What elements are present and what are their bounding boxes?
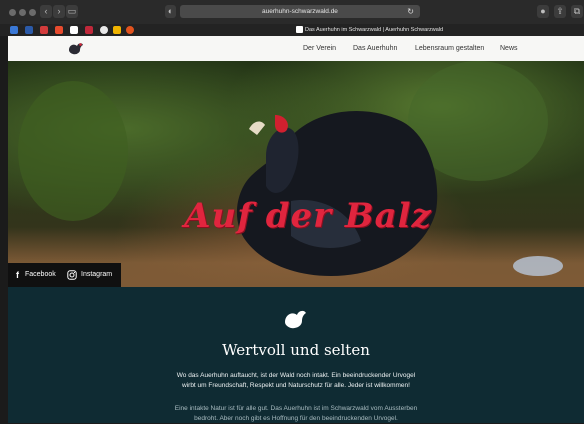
share-icon[interactable]: ⇪: [554, 5, 566, 18]
forward-button[interactable]: ›: [53, 5, 65, 18]
privacy-shield-icon[interactable]: ◐: [165, 5, 176, 18]
url-text: auerhuhn-schwarzwald.de: [262, 8, 338, 15]
bookmark-favicon[interactable]: [113, 26, 121, 34]
tab-favicon: [296, 26, 303, 33]
instagram-icon[interactable]: [67, 270, 77, 280]
tabs-overview-icon[interactable]: ⧉: [571, 5, 583, 18]
instagram-link[interactable]: Instagram: [81, 263, 112, 287]
bookmark-favicon[interactable]: [10, 26, 18, 34]
hero-banner: Auf der Balz: [8, 61, 584, 287]
section-heading: Wertvoll und selten: [222, 341, 370, 359]
close-window-button[interactable]: [9, 9, 16, 16]
reload-icon[interactable]: ↻: [407, 5, 414, 18]
tab-title[interactable]: Das Auerhuhn im Schwarzwald | Auerhuhn S…: [305, 25, 443, 35]
sidebar-icon[interactable]: ▭: [66, 5, 78, 18]
site-navigation: Der Verein Das Auerhuhn Lebensraum gesta…: [8, 36, 584, 61]
secondary-paragraph: Eine intakte Natur ist für alle gut. Das…: [128, 404, 464, 424]
intro-line: Wo das Auerhuhn auftaucht, ist der Wald …: [176, 372, 416, 379]
back-button[interactable]: ‹: [40, 5, 52, 18]
social-links: f Facebook Instagram: [8, 263, 121, 287]
intro-paragraph: Wo das Auerhuhn auftaucht, ist der Wald …: [128, 371, 464, 391]
extensions-icon[interactable]: ●: [537, 5, 549, 18]
bookmark-favicon[interactable]: [40, 26, 48, 34]
bookmark-favicon[interactable]: [85, 26, 93, 34]
hero-background: [18, 81, 128, 221]
bookmark-favicon[interactable]: [100, 26, 108, 34]
nav-link-das-auerhuhn[interactable]: Das Auerhuhn: [353, 36, 397, 61]
bookmark-favicon[interactable]: [70, 26, 78, 34]
auerhuhn-icon: [285, 310, 306, 329]
bookmark-favicon[interactable]: [55, 26, 63, 34]
intro-section: Wertvoll und selten Wo das Auerhuhn auft…: [8, 287, 584, 423]
minimize-window-button[interactable]: [19, 9, 26, 16]
tab-bar: Das Auerhuhn im Schwarzwald | Auerhuhn S…: [0, 24, 584, 36]
facebook-icon[interactable]: f: [16, 263, 19, 287]
hero-background: [513, 256, 563, 276]
nav-link-news[interactable]: News: [500, 36, 518, 61]
secondary-line: Eine intakte Natur ist für alle gut. Das…: [174, 405, 418, 412]
nav-link-lebensraum-gestalten[interactable]: Lebensraum gestalten: [415, 36, 484, 61]
hero-title: Auf der Balz: [184, 196, 432, 236]
auerhuhn-logo-icon[interactable]: [66, 40, 86, 56]
intro-line: wirbt um Freundschaft, Respekt und Natur…: [182, 382, 410, 389]
nav-link-der-verein[interactable]: Der Verein: [303, 36, 336, 61]
zoom-window-button[interactable]: [29, 9, 36, 16]
address-bar[interactable]: auerhuhn-schwarzwald.de ↻: [180, 5, 420, 18]
bookmark-favicon[interactable]: [126, 26, 134, 34]
capercaillie-image: [236, 111, 438, 276]
bookmark-favicon[interactable]: [25, 26, 33, 34]
facebook-link[interactable]: Facebook: [25, 263, 56, 287]
browser-toolbar: ‹ › ▭ ◐ auerhuhn-schwarzwald.de ↻ ● ⇪ ⧉: [0, 0, 584, 24]
